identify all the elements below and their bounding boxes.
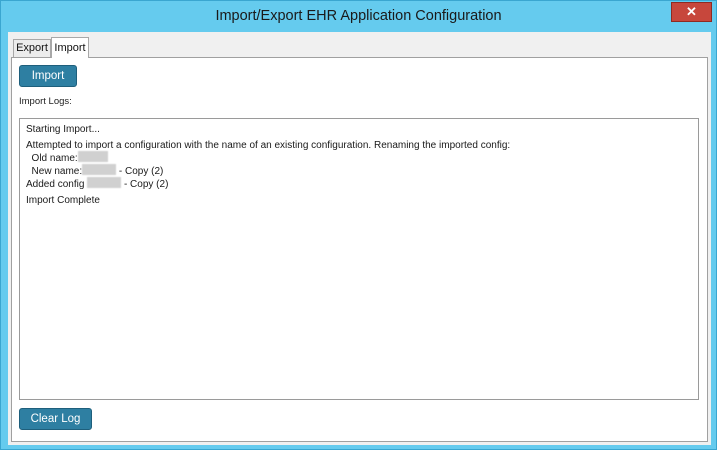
client-area: Export Import Import Import Logs: Starti…: [8, 32, 711, 445]
title-bar[interactable]: Import/Export EHR Application Configurat…: [1, 1, 716, 31]
redacted-text: [82, 164, 117, 175]
log-line-new-name: New name: - Copy (2): [26, 164, 692, 177]
import-tab-panel: Import Import Logs: Starting Import... A…: [11, 57, 708, 442]
close-button[interactable]: ✕: [671, 2, 712, 22]
new-name-suffix: - Copy (2): [116, 166, 164, 177]
log-line-attempted: Attempted to import a configuration with…: [26, 140, 511, 151]
import-logs-label: Import Logs:: [19, 96, 72, 107]
new-name-label: New name:: [26, 166, 83, 177]
window-title: Import/Export EHR Application Configurat…: [215, 8, 502, 24]
import-button[interactable]: Import: [19, 65, 77, 87]
tab-import[interactable]: Import: [51, 37, 89, 58]
log-line-old-name: Old name:: [26, 151, 692, 164]
log-line-complete: Import Complete: [26, 195, 100, 206]
log-line-added: Added config - Copy (2): [26, 177, 692, 190]
log-line-starting: Starting Import...: [26, 124, 100, 135]
redacted-text: [77, 151, 108, 162]
app-window: Import/Export EHR Application Configurat…: [0, 0, 717, 450]
added-config-label: Added config: [26, 179, 88, 190]
clear-log-button[interactable]: Clear Log: [19, 408, 92, 430]
old-name-label: Old name:: [26, 153, 78, 164]
close-icon: ✕: [686, 4, 697, 19]
import-log-textbox[interactable]: Starting Import... Attempted to import a…: [19, 118, 699, 400]
redacted-text: [87, 177, 122, 188]
added-config-suffix: - Copy (2): [121, 179, 169, 190]
tab-export[interactable]: Export: [13, 39, 51, 57]
